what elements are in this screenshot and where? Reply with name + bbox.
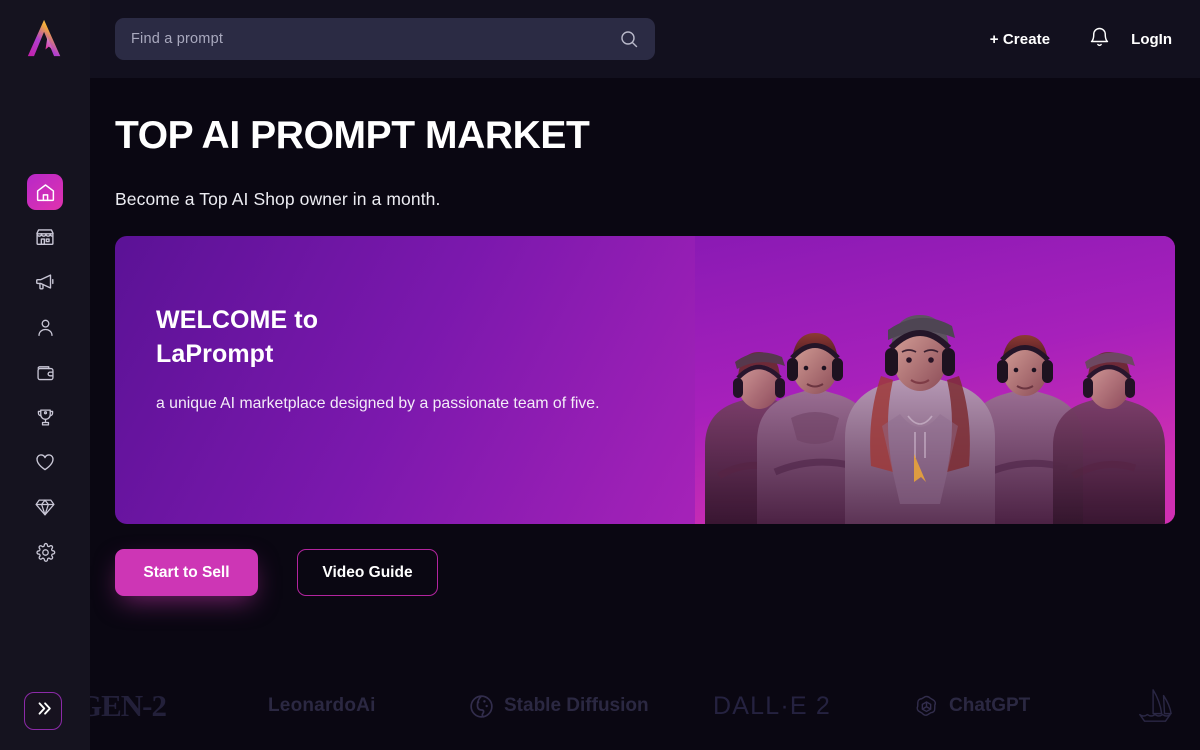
app-root: + Create LogIn TOP AI PROMPT MARKET Beco… [0, 0, 1200, 750]
team-photo-image [695, 236, 1175, 524]
sailboat-icon [1132, 687, 1178, 725]
partner-label: GEN-2 [90, 688, 167, 723]
sidebar-item-wallet[interactable] [27, 354, 63, 390]
double-chevron-right-icon [34, 699, 53, 723]
partner-label: Stable Diffusion [504, 695, 649, 716]
sidebar-item-premium[interactable] [27, 489, 63, 525]
brand-logo[interactable] [0, 0, 90, 78]
main-content: TOP AI PROMPT MARKET Become a Top AI Sho… [90, 78, 1200, 750]
partner-label: LeonardoAi [268, 695, 376, 716]
partner-leonardo-ai: LeonardoAi [268, 695, 468, 717]
bell-icon [1088, 26, 1111, 52]
sidebar-item-profile[interactable] [27, 309, 63, 345]
login-button[interactable]: LogIn [1129, 25, 1174, 54]
banner-copy: WELCOME to LaPrompt a unique AI marketpl… [156, 304, 626, 417]
sidebar-item-home[interactable] [27, 174, 63, 210]
page-subtitle: Become a Top AI Shop owner in a month. [115, 189, 441, 209]
sidebar-nav-list [27, 174, 63, 570]
notifications-button[interactable] [1060, 20, 1129, 58]
welcome-banner[interactable]: WELCOME to LaPrompt a unique AI marketpl… [115, 236, 1175, 524]
top-header: + Create LogIn [0, 0, 1200, 78]
cta-buttons: Start to Sell Video Guide [115, 549, 1175, 596]
partner-stable-diffusion: Stable Diffusion [468, 693, 713, 720]
megaphone-icon [34, 271, 56, 293]
search-bar[interactable] [115, 18, 655, 60]
gear-icon [35, 542, 56, 563]
user-icon [35, 317, 56, 338]
sidebar-item-settings[interactable] [27, 534, 63, 570]
home-icon [35, 182, 56, 203]
sidebar [0, 0, 90, 750]
store-icon [34, 226, 56, 248]
laprompt-logo-icon [24, 17, 66, 61]
openai-icon [913, 693, 940, 720]
create-button[interactable]: + Create [980, 25, 1060, 54]
sidebar-expand-button[interactable] [24, 692, 62, 730]
search-input[interactable] [131, 31, 619, 47]
header-actions: + Create LogIn [980, 20, 1200, 58]
banner-description: a unique AI marketplace designed by a pa… [156, 395, 600, 412]
heart-icon [34, 451, 56, 473]
sidebar-item-store[interactable] [27, 219, 63, 255]
start-to-sell-button[interactable]: Start to Sell [115, 549, 258, 596]
partner-label: DALL·E 2 [713, 691, 831, 720]
video-guide-button[interactable]: Video Guide [297, 549, 438, 596]
partner-chatgpt: ChatGPT [913, 693, 1098, 720]
search-icon[interactable] [619, 29, 639, 49]
sidebar-item-favorites[interactable] [27, 444, 63, 480]
sidebar-item-megaphone[interactable] [27, 264, 63, 300]
diamond-icon [34, 497, 56, 517]
banner-title: WELCOME to LaPrompt [156, 306, 319, 368]
wallet-icon [35, 362, 56, 383]
palette-icon [468, 693, 495, 720]
partner-gen-2: GEN-2 [90, 688, 268, 724]
partner-midjourney [1098, 687, 1178, 725]
page-title: TOP AI PROMPT MARKET [115, 114, 590, 157]
partner-label: ChatGPT [949, 695, 1031, 716]
sidebar-item-trophy[interactable] [27, 399, 63, 435]
partner-dall-e-2: DALL·E 2 [713, 692, 913, 721]
trophy-icon [35, 407, 56, 428]
partner-logos: GEN-2 LeonardoAi Stable Diffusion [90, 662, 1200, 750]
